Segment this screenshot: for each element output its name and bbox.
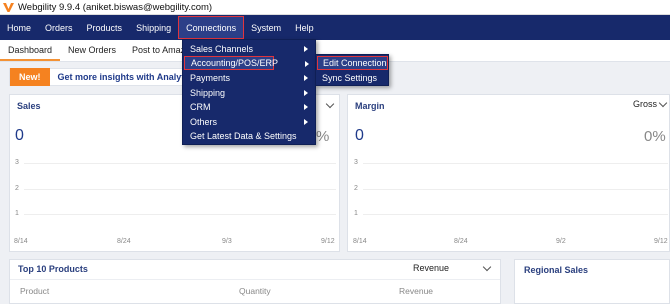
chevron-down-icon[interactable] xyxy=(658,98,668,108)
x-tick: 9/12 xyxy=(321,238,335,245)
x-tick: 9/2 xyxy=(556,238,566,245)
top-products-metric-select[interactable]: Revenue xyxy=(413,263,449,273)
column-header-revenue: Revenue xyxy=(399,286,434,296)
y-tick: 3 xyxy=(15,159,19,166)
regional-sales-title: Regional Sales xyxy=(524,265,589,275)
y-tick: 3 xyxy=(354,159,358,166)
y-tick: 1 xyxy=(354,210,358,217)
column-header-product: Product xyxy=(20,286,50,296)
x-tick: 8/24 xyxy=(117,238,131,245)
x-tick: 8/14 xyxy=(353,238,367,245)
margin-type-select[interactable]: Gross xyxy=(633,99,657,109)
y-tick: 2 xyxy=(354,185,358,192)
new-badge: New! xyxy=(10,68,50,86)
connections-dropdown-menu: Sales Channels Accounting/POS/ERP Paymen… xyxy=(182,39,316,145)
submenu-arrow-icon xyxy=(305,61,309,67)
regional-sales-card: Regional Sales xyxy=(514,259,670,304)
menu-shipping[interactable]: Shipping xyxy=(129,15,178,40)
sales-card-title: Sales xyxy=(17,101,41,111)
menu-item-label: Get Latest Data & Settings xyxy=(190,131,297,141)
sales-percent: % xyxy=(316,128,330,145)
gridline xyxy=(363,214,668,215)
menu-item-label: Shipping xyxy=(190,88,226,98)
menu-item-edit-connection[interactable]: Edit Connection xyxy=(317,56,388,70)
menu-item-sales-channels[interactable]: Sales Channels xyxy=(184,42,314,56)
gridline xyxy=(363,189,668,190)
submenu-arrow-icon xyxy=(304,46,308,52)
menu-item-shipping[interactable]: Shipping xyxy=(184,86,314,100)
top-products-card: Top 10 Products Revenue Product Quantity… xyxy=(9,259,501,304)
divider xyxy=(10,279,500,280)
menu-item-payments[interactable]: Payments xyxy=(184,71,314,85)
tab-new-orders[interactable]: New Orders xyxy=(60,45,124,61)
x-tick: 9/3 xyxy=(222,238,232,245)
menu-item-label: Accounting/POS/ERP xyxy=(191,58,279,68)
gridline xyxy=(24,214,336,215)
menu-item-label: Payments xyxy=(190,73,231,83)
menu-home[interactable]: Home xyxy=(0,15,38,40)
margin-card: Margin Gross 0 0% 3 2 1 8/14 8/24 9/2 9/… xyxy=(347,94,670,252)
menu-item-get-latest-data[interactable]: Get Latest Data & Settings xyxy=(184,129,314,143)
submenu-arrow-icon xyxy=(304,119,308,125)
accounting-submenu: Edit Connection Sync Settings xyxy=(315,54,389,86)
x-tick: 8/24 xyxy=(454,238,468,245)
menu-item-others[interactable]: Others xyxy=(184,115,314,129)
chevron-down-icon[interactable] xyxy=(482,262,492,272)
menu-item-sync-settings[interactable]: Sync Settings xyxy=(317,71,388,85)
main-menubar: Home Orders Products Shipping Connection… xyxy=(0,15,670,40)
gridline xyxy=(363,163,668,164)
margin-value: 0 xyxy=(355,127,364,144)
menu-item-label: CRM xyxy=(190,102,211,112)
tab-dashboard[interactable]: Dashboard xyxy=(0,45,61,61)
submenu-arrow-icon xyxy=(304,90,308,96)
menu-products[interactable]: Products xyxy=(80,15,130,40)
menu-help[interactable]: Help xyxy=(288,15,321,40)
sales-value: 0 xyxy=(15,127,24,144)
margin-percent: 0% xyxy=(644,128,666,145)
window-titlebar: Webgility 9.9.4 (aniket.biswas@webgility… xyxy=(0,0,670,15)
column-header-quantity: Quantity xyxy=(239,286,271,296)
y-tick: 2 xyxy=(15,185,19,192)
chevron-down-icon[interactable] xyxy=(325,99,335,109)
top-products-title: Top 10 Products xyxy=(18,264,88,274)
x-tick: 8/14 xyxy=(14,238,28,245)
y-tick: 1 xyxy=(15,210,19,217)
menu-orders[interactable]: Orders xyxy=(38,15,80,40)
menu-system[interactable]: System xyxy=(244,15,288,40)
menu-connections[interactable]: Connections xyxy=(178,16,245,39)
menu-item-crm[interactable]: CRM xyxy=(184,100,314,114)
margin-card-title: Margin xyxy=(355,101,385,111)
menu-item-label: Others xyxy=(190,117,218,127)
window-title: Webgility 9.9.4 (aniket.biswas@webgility… xyxy=(18,1,213,13)
webgility-logo-icon xyxy=(3,2,14,13)
gridline xyxy=(24,189,336,190)
menu-item-label: Sales Channels xyxy=(190,44,254,54)
banner-text[interactable]: Get more insights with Analyt xyxy=(58,72,185,82)
gridline xyxy=(24,163,336,164)
submenu-arrow-icon xyxy=(304,104,308,110)
submenu-arrow-icon xyxy=(304,75,308,81)
menu-item-accounting-pos-erp[interactable]: Accounting/POS/ERP xyxy=(184,56,278,70)
x-tick: 9/12 xyxy=(654,238,668,245)
